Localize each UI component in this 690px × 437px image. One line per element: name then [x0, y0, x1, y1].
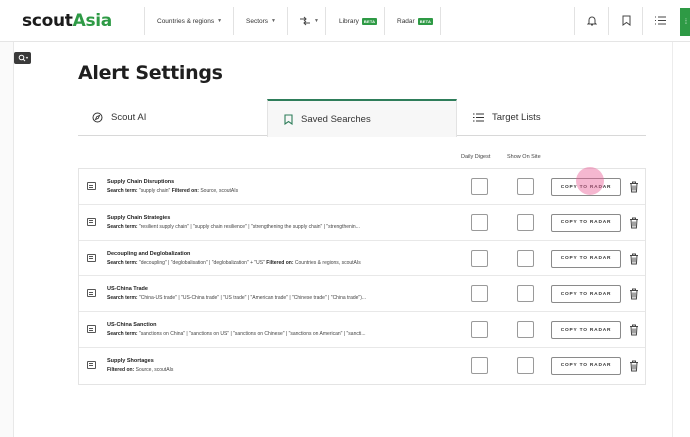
- daily-digest-checkbox[interactable]: [471, 178, 488, 195]
- tab-target-lists[interactable]: Target Lists: [473, 99, 633, 136]
- search-icon: [18, 54, 28, 62]
- alert-settings-tabs: Scout AI Saved Searches Target Lists: [78, 99, 646, 137]
- copy-to-radar-button[interactable]: COPY TO RADAR: [551, 178, 621, 196]
- copy-to-radar-button[interactable]: COPY TO RADAR: [551, 249, 621, 268]
- nav-sectors[interactable]: Sectors ▼: [246, 12, 276, 30]
- search-tool-button[interactable]: [14, 52, 31, 64]
- saved-search-icon: [87, 217, 96, 226]
- beta-badge: BETA: [361, 17, 378, 25]
- top-navigation-bar: scoutAsia Countries & regions ▼ Sectors …: [0, 0, 690, 42]
- compare-icon: [300, 16, 310, 26]
- column-header-show-on-site: Show On Site: [507, 154, 541, 160]
- chevron-down-icon: ▼: [217, 18, 223, 24]
- list-icon: [473, 113, 484, 122]
- notification-bell-icon[interactable]: [585, 13, 599, 27]
- scoutasia-logo[interactable]: scoutAsia: [22, 11, 112, 31]
- saved-search-row: US-China Sanction Search term: "sanction…: [79, 312, 645, 348]
- copy-to-radar-button[interactable]: COPY TO RADAR: [551, 285, 621, 304]
- nav-radar[interactable]: Radar BETA: [397, 12, 434, 30]
- saved-search-name[interactable]: Supply Chain Disruptions: [107, 179, 174, 185]
- saved-search-description: Filtered on: Source, scoutAIs: [107, 366, 174, 373]
- compass-icon: [92, 112, 103, 123]
- show-on-site-checkbox[interactable]: [517, 249, 534, 267]
- saved-search-name[interactable]: Supply Shortages: [107, 358, 154, 364]
- saved-search-icon: [87, 289, 96, 298]
- side-panel-toggle[interactable]: ⁞: [680, 8, 690, 36]
- nav-countries-regions[interactable]: Countries & regions ▼: [157, 12, 222, 30]
- saved-search-row: US-China Trade Search term: "China-US tr…: [79, 276, 645, 313]
- column-header-daily-digest: Daily Digest: [461, 154, 491, 160]
- saved-search-icon: [87, 253, 96, 262]
- saved-search-row: Supply Chain Strategies Search term: "re…: [79, 204, 645, 241]
- saved-search-description: Search term: "sanctions on China" | "san…: [107, 331, 366, 338]
- daily-digest-checkbox[interactable]: [471, 285, 488, 303]
- show-on-site-checkbox[interactable]: [517, 356, 534, 374]
- beta-badge: BETA: [417, 17, 434, 25]
- saved-search-description: Search term: "supply chain" Filtered on:…: [107, 188, 239, 194]
- bookmark-icon[interactable]: [619, 13, 633, 27]
- chevron-down-icon: ▼: [271, 18, 276, 24]
- trash-icon[interactable]: [629, 181, 639, 193]
- saved-search-name[interactable]: US-China Trade: [107, 286, 148, 292]
- tab-saved-searches[interactable]: Saved Searches: [267, 99, 457, 137]
- saved-search-row: Supply Chain Disruptions Search term: "s…: [79, 169, 645, 205]
- saved-search-description: Search term: "decoupling" | "deglobalisa…: [107, 259, 361, 266]
- bookmark-icon: [284, 113, 293, 125]
- saved-searches-list: Supply Chain Disruptions Search term: "s…: [78, 168, 646, 385]
- menu-list-icon[interactable]: [653, 13, 667, 27]
- show-on-site-checkbox[interactable]: [517, 213, 534, 231]
- nav-library[interactable]: Library BETA: [339, 12, 378, 30]
- trash-icon[interactable]: [629, 288, 639, 300]
- saved-search-row: Decoupling and Deglobalization Search te…: [79, 240, 645, 277]
- saved-search-description: Search term: "China-US trade" | "US-Chin…: [107, 295, 367, 302]
- nav-compare[interactable]: ▼: [299, 12, 319, 30]
- saved-search-name[interactable]: US-China Sanction: [107, 322, 157, 328]
- saved-search-icon: [87, 360, 96, 369]
- trash-icon[interactable]: [629, 324, 639, 336]
- saved-search-description: Search term: "resilient supply chain" | …: [107, 223, 360, 230]
- saved-search-icon: [87, 182, 96, 190]
- daily-digest-checkbox[interactable]: [471, 321, 488, 339]
- show-on-site-checkbox[interactable]: [517, 178, 534, 195]
- trash-icon[interactable]: [629, 217, 639, 229]
- trash-icon[interactable]: [629, 253, 639, 265]
- saved-search-icon: [87, 325, 96, 334]
- page-title: Alert Settings: [78, 62, 223, 84]
- saved-search-name[interactable]: Decoupling and Deglobalization: [107, 251, 190, 257]
- tab-scout-ai[interactable]: Scout AI: [92, 99, 267, 136]
- show-on-site-checkbox[interactable]: [517, 285, 534, 303]
- daily-digest-checkbox[interactable]: [471, 356, 488, 374]
- left-sidebar-strip: [0, 42, 14, 437]
- grid-icon: ⁞: [685, 18, 687, 26]
- daily-digest-checkbox[interactable]: [471, 249, 488, 267]
- chevron-down-icon: ▼: [314, 18, 319, 24]
- show-on-site-checkbox[interactable]: [517, 321, 534, 339]
- saved-search-name[interactable]: Supply Chain Strategies: [107, 215, 170, 221]
- trash-icon[interactable]: [629, 360, 639, 372]
- copy-to-radar-button[interactable]: COPY TO RADAR: [551, 356, 621, 375]
- copy-to-radar-button[interactable]: COPY TO RADAR: [551, 321, 621, 340]
- saved-search-row: Supply Shortages Filtered on: Source, sc…: [79, 347, 645, 384]
- daily-digest-checkbox[interactable]: [471, 213, 488, 231]
- copy-to-radar-button[interactable]: COPY TO RADAR: [551, 213, 621, 232]
